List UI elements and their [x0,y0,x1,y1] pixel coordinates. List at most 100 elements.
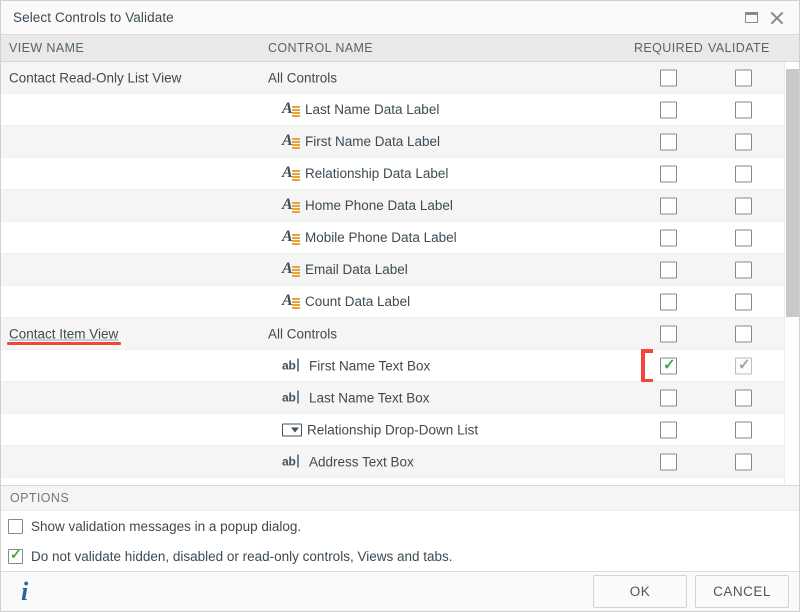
required-checkbox[interactable] [660,325,677,342]
required-checkbox[interactable] [660,229,677,246]
validate-checkbox[interactable] [735,421,752,438]
data-label-icon: A [282,262,300,278]
text-box-icon: ab [282,454,304,469]
validate-checkbox[interactable] [735,389,752,406]
required-checkbox[interactable] [660,165,677,182]
table-row[interactable]: AEmail Data Label [1,254,784,286]
option-checkbox[interactable]: ✓ [8,549,23,564]
maximize-button[interactable] [741,8,761,28]
scrollbar-thumb[interactable] [786,69,799,317]
validate-checkbox[interactable]: ✓ [735,357,752,374]
required-checkbox[interactable] [660,389,677,406]
check-mark-icon: ✓ [738,356,751,373]
required-checkbox[interactable] [660,293,677,310]
dialog-title: Select Controls to Validate [13,10,741,25]
required-checkbox[interactable] [660,133,677,150]
control-name-label: Home Phone Data Label [305,198,453,213]
required-checkbox[interactable] [660,101,677,118]
data-label-icon: A [282,198,300,214]
validate-checkbox[interactable] [735,197,752,214]
control-name-cell: A First Name Data Label [282,134,440,150]
control-name-cell: A Mobile Phone Data Label [282,230,457,246]
validate-checkbox[interactable] [735,165,752,182]
control-name-cell: abLast Name Text Box [282,390,430,405]
view-name-cell: Contact Read-Only List View [9,70,181,85]
annotation-bracket [641,349,653,383]
validate-checkbox[interactable] [735,261,752,278]
control-name-cell: All Controls [268,70,337,85]
control-name-label: First Name Data Label [305,134,440,149]
table-row[interactable]: ab Address Text Box [1,446,784,478]
control-name-cell: A Last Name Data Label [282,102,439,118]
control-name-cell: A Count Data Label [282,294,410,310]
close-icon [770,11,784,25]
control-name-cell: ab First Name Text Box [282,358,430,373]
validate-checkbox[interactable] [735,69,752,86]
vertical-scrollbar[interactable] [784,62,799,485]
control-name-label: All Controls [268,70,337,85]
validate-checkbox[interactable] [735,453,752,470]
table-row[interactable]: Contact Read-Only List View All Controls [1,62,784,94]
controls-table: Contact Read-Only List View All Controls A… [1,62,799,485]
validate-checkbox[interactable] [735,229,752,246]
column-header-control-name: CONTROL NAME [268,41,373,55]
control-name-label: Mobile Phone Data Label [305,230,457,245]
table-row[interactable]: A Relationship Data Label [1,158,784,190]
control-name-label: Address Text Box [309,454,414,469]
option-checkbox[interactable] [8,519,23,534]
data-label-icon: A [282,294,300,310]
control-name-label: All Controls [268,326,337,341]
table-row[interactable]: Relationship Drop-Down List [1,414,784,446]
close-button[interactable] [767,8,787,28]
validate-checkbox[interactable] [735,293,752,310]
info-icon[interactable]: i [21,579,28,605]
data-label-icon: A [282,166,300,182]
table-row[interactable]: ab First Name Text Box ✓ ✓ [1,350,784,382]
drop-down-icon [282,423,302,436]
options-list: Show validation messages in a popup dial… [1,511,799,571]
table-row[interactable]: Contact Item ViewAll Controls [1,318,784,350]
required-checkbox[interactable]: ✓ [660,357,677,374]
column-header-required: REQUIRED [634,41,703,55]
options-header: OPTIONS [1,486,799,511]
control-name-label: Last Name Data Label [305,102,439,117]
required-checkbox[interactable] [660,453,677,470]
control-name-cell: AEmail Data Label [282,262,408,278]
table-row[interactable]: A First Name Data Label [1,126,784,158]
required-checkbox[interactable] [660,197,677,214]
dialog-titlebar: Select Controls to Validate [1,1,799,35]
required-checkbox[interactable] [660,421,677,438]
maximize-icon [745,12,758,23]
cancel-button[interactable]: CANCEL [695,575,789,608]
control-name-label: Relationship Data Label [305,166,448,181]
option-row[interactable]: ✓Do not validate hidden, disabled or rea… [1,541,799,571]
table-row[interactable]: A Count Data Label [1,286,784,318]
data-label-icon: A [282,134,300,150]
validate-checkbox[interactable] [735,325,752,342]
check-mark-icon: ✓ [10,547,22,562]
control-name-cell: A Home Phone Data Label [282,198,453,214]
data-label-icon: A [282,102,300,118]
table-row[interactable]: A Mobile Phone Data Label [1,222,784,254]
text-box-icon: ab [282,390,304,405]
dialog-footer: i OK CANCEL [1,571,799,611]
data-label-icon: A [282,230,300,246]
window-controls [741,8,791,28]
table-row[interactable]: A Home Phone Data Label [1,190,784,222]
table-row[interactable]: abLast Name Text Box [1,382,784,414]
controls-table-body: Contact Read-Only List View All Controls A… [1,62,784,485]
select-controls-dialog: Select Controls to Validate VIEW NAME CO… [0,0,800,612]
table-row[interactable]: A Last Name Data Label [1,94,784,126]
ok-button[interactable]: OK [593,575,687,608]
control-name-label: First Name Text Box [309,358,430,373]
control-name-cell: A Relationship Data Label [282,166,448,182]
required-checkbox[interactable] [660,261,677,278]
required-checkbox[interactable] [660,69,677,86]
control-name-cell: ab Address Text Box [282,454,414,469]
option-row[interactable]: Show validation messages in a popup dial… [1,511,799,541]
validate-checkbox[interactable] [735,101,752,118]
text-box-icon: ab [282,358,304,373]
validate-checkbox[interactable] [735,133,752,150]
control-name-label: Count Data Label [305,294,410,309]
control-name-cell: All Controls [268,326,337,341]
